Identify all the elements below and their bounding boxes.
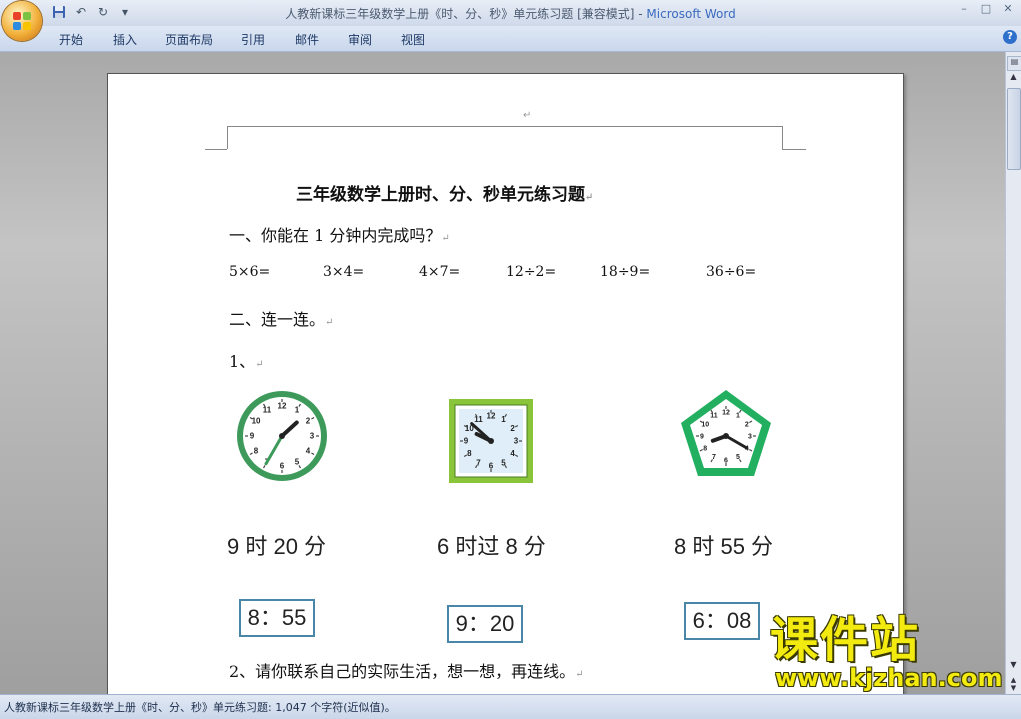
- clock-number: 1: [295, 406, 300, 415]
- header-line-right: [782, 149, 806, 150]
- arithmetic-item: 12÷2=: [506, 264, 557, 280]
- arithmetic-item: 3×4=: [323, 264, 365, 280]
- status-bar: 人教新课标三年级数学上册《时、分、秒》单元练习题: 1,047 个字符(近似值)…: [0, 694, 1021, 719]
- clock-number: 2: [745, 421, 749, 428]
- clock-number: 2: [306, 417, 311, 426]
- document-area: ↵ 三年级数学上册时、分、秒单元练习题↵ 一、你能在 1 分钟内完成吗？↵ 5×…: [0, 52, 1006, 715]
- tab-page-layout[interactable]: 页面布局: [165, 31, 213, 48]
- clock-number: 3: [310, 432, 315, 441]
- document-title: 三年级数学上册时、分、秒单元练习题↵: [296, 185, 594, 205]
- paragraph-mark: ↵: [523, 110, 532, 121]
- header-line-left-vertical: [227, 126, 228, 149]
- tab-insert[interactable]: 插入: [113, 31, 137, 48]
- title-bar: ↶ ↻ ▾ 人教新课标三年级数学上册《时、分、秒》单元练习题 [兼容模式] - …: [0, 0, 1021, 26]
- clock-number: 11: [263, 406, 272, 415]
- header-line-top: [227, 126, 782, 127]
- help-button[interactable]: ?: [1003, 30, 1017, 44]
- header-line-right-vertical: [782, 126, 783, 149]
- tab-review[interactable]: 审阅: [348, 31, 372, 48]
- clock-number: 12: [722, 409, 730, 416]
- clock-number: 11: [710, 413, 718, 420]
- window-controls: – □ ✕: [957, 2, 1015, 16]
- clock-number: 4: [306, 447, 311, 456]
- arithmetic-item: 36÷6=: [706, 264, 757, 280]
- digital-time-box: 9：20: [447, 605, 523, 643]
- maximize-button[interactable]: □: [979, 2, 993, 16]
- round-clock-image: 123456789101112: [237, 391, 327, 481]
- next-page-icon[interactable]: ▼: [1007, 684, 1020, 694]
- tab-mailings[interactable]: 邮件: [295, 31, 319, 48]
- tab-references[interactable]: 引用: [241, 31, 265, 48]
- header-line-left: [205, 149, 227, 150]
- scroll-down-arrow-icon[interactable]: ▼: [1007, 660, 1020, 674]
- clock-number: 5: [295, 458, 300, 467]
- watermark-url: www.kjzhan.com: [775, 664, 1003, 692]
- time-label: 9 时 20 分: [227, 534, 327, 559]
- minimize-button[interactable]: –: [957, 2, 971, 16]
- clock-number: 2: [510, 424, 515, 433]
- status-text: 人教新课标三年级数学上册《时、分、秒》单元练习题: 1,047 个字符(近似值)…: [4, 701, 396, 714]
- vertical-scrollbar[interactable]: ▤ ▲ ▼ ▲ ▼: [1005, 52, 1021, 694]
- clock-number: 8: [467, 449, 472, 458]
- clock-number: 9: [464, 437, 469, 446]
- clock-number: 3: [748, 433, 752, 440]
- close-button[interactable]: ✕: [1001, 2, 1015, 16]
- digital-time-box: 6：08: [684, 602, 760, 640]
- clock-number: 11: [474, 415, 483, 424]
- scroll-thumb[interactable]: [1007, 88, 1021, 170]
- clock-number: 9: [250, 432, 255, 441]
- clock-number: 8: [703, 445, 707, 452]
- clock-number: 4: [510, 449, 515, 458]
- subquestion-2: 2、请你联系自己的实际生活，想一想，再连线。↵: [229, 662, 584, 681]
- watermark-brand: 课件站: [770, 612, 921, 668]
- clock-number: 9: [700, 433, 704, 440]
- ruler-toggle-icon[interactable]: ▤: [1007, 56, 1021, 71]
- office-button[interactable]: [2, 1, 42, 41]
- section-2-heading: 二、连一连。↵: [229, 310, 334, 329]
- window-title: 人教新课标三年级数学上册《时、分、秒》单元练习题 [兼容模式] - Micros…: [0, 5, 1021, 22]
- document-name: 人教新课标三年级数学上册《时、分、秒》单元练习题 [兼容模式] -: [285, 7, 647, 21]
- ribbon-tabs: 开始 插入 页面布局 引用 邮件 审阅 视图 ?: [0, 26, 1021, 52]
- section-1-heading: 一、你能在 1 分钟内完成吗？↵: [229, 226, 450, 245]
- arithmetic-item: 4×7=: [419, 264, 461, 280]
- clock-number: 1: [736, 413, 740, 420]
- clock-number: 10: [252, 417, 261, 426]
- clock-number: 12: [278, 402, 287, 411]
- digital-time-box: 8：55: [239, 599, 315, 637]
- clock-number: 8: [254, 447, 259, 456]
- clock-number: 12: [487, 412, 496, 421]
- pentagon-clock-image: 123456789101112: [681, 390, 771, 476]
- tab-home[interactable]: 开始: [59, 31, 83, 48]
- subquestion-1: 1、↵: [229, 352, 264, 371]
- square-clock-image: 1234567891011 12: [449, 399, 533, 483]
- clock-number: 6: [280, 462, 285, 471]
- office-logo-icon: [13, 12, 31, 30]
- scroll-up-arrow-icon[interactable]: ▲: [1007, 72, 1020, 86]
- tab-view[interactable]: 视图: [401, 31, 425, 48]
- time-label: 8 时 55 分: [674, 534, 774, 559]
- arithmetic-item: 18÷9=: [600, 264, 651, 280]
- clock-number: 3: [514, 437, 519, 446]
- time-label: 6 时过 8 分: [437, 534, 546, 559]
- app-name: Microsoft Word: [646, 7, 736, 21]
- arithmetic-item: 5×6=: [229, 264, 271, 280]
